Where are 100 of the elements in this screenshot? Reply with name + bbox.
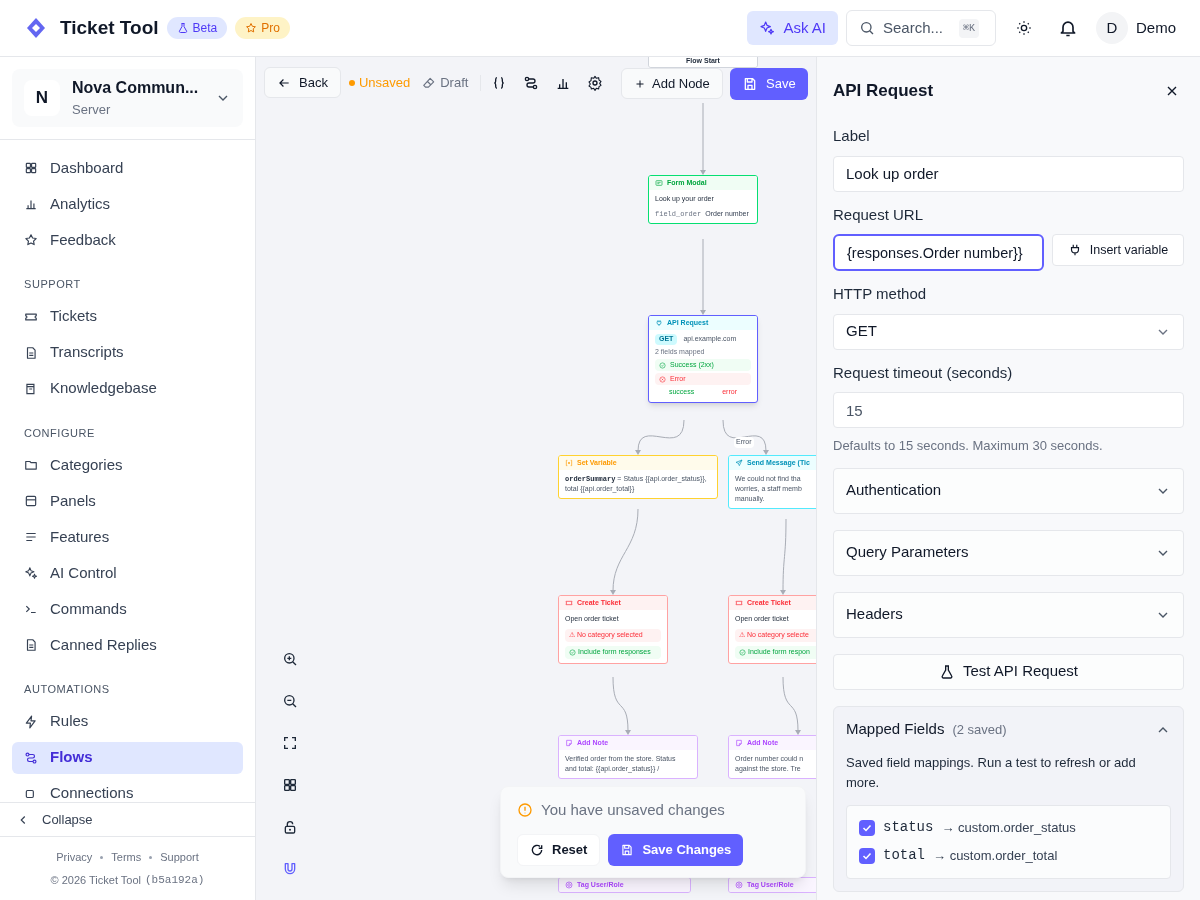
connector-arrow: [722, 419, 769, 455]
section-heading: SUPPORT: [23, 277, 82, 292]
reset-button[interactable]: Reset: [517, 833, 601, 866]
grid-icon: [24, 161, 38, 175]
pro-badge: Pro: [235, 17, 290, 39]
mapping-checkbox[interactable]: [859, 819, 875, 836]
section-heading: CONFIGURE: [23, 425, 96, 441]
sidebar-item[interactable]: Canned Replies: [12, 629, 243, 661]
sidebar-item[interactable]: Transcripts: [12, 336, 243, 369]
flask-icon: [176, 22, 189, 34]
document-icon: [24, 345, 38, 360]
user-avatar[interactable]: D: [1096, 12, 1128, 44]
settings-icon: [587, 74, 604, 91]
footer-link[interactable]: Privacy: [56, 849, 93, 866]
collapsible-section[interactable]: Query Parameters: [833, 529, 1184, 576]
bell-icon: [1058, 18, 1078, 38]
form-icon: [655, 179, 663, 187]
sidebar-item[interactable]: Panels: [12, 485, 243, 517]
saved-count: (2 saved): [952, 720, 1007, 739]
collapsible-section[interactable]: Authentication: [833, 467, 1184, 514]
save-changes-button[interactable]: Save Changes: [608, 833, 744, 866]
ticket-icon: [735, 599, 743, 607]
user-name[interactable]: Demo: [1136, 16, 1176, 40]
mapping-checkbox[interactable]: [859, 847, 875, 864]
mapping-key: total: [883, 845, 925, 866]
sidebar-item[interactable]: Flows: [12, 741, 243, 774]
server-name: Nova Commun...: [72, 78, 200, 99]
method-select[interactable]: GET: [833, 313, 1184, 350]
sidebar-item[interactable]: Connections: [12, 777, 243, 802]
search-input[interactable]: Search...: [883, 16, 951, 40]
mapping-target: → custom.order_status: [941, 818, 1076, 837]
insert-variable-button[interactable]: Insert variable: [1052, 234, 1184, 266]
sparkle-icon: [759, 20, 776, 36]
server-avatar: N: [24, 80, 60, 116]
help-text: Defaults to 15 seconds. Maximum 30 seconds.: [833, 437, 1104, 455]
note-icon: [565, 739, 573, 747]
search-icon: [859, 20, 875, 36]
sidebar-item[interactable]: Analytics: [12, 188, 243, 220]
route-icon: [523, 74, 540, 91]
beta-badge: Beta: [166, 17, 228, 39]
mapped-fields-hint: Saved field mappings. Run a test to refresh or add more.: [846, 753, 1137, 792]
collapsible-section[interactable]: Headers: [833, 591, 1184, 638]
build-hash: (b5a192a): [145, 872, 205, 888]
footer-link[interactable]: Support: [160, 849, 199, 866]
test-api-button[interactable]: Test API Request: [833, 653, 1184, 690]
lock-icon: [282, 819, 298, 835]
sidebar-item[interactable]: Feedback: [12, 224, 243, 256]
sidebar-item[interactable]: Rules: [12, 705, 243, 738]
sidebar-item[interactable]: AI Control: [12, 557, 243, 589]
panel-icon: [24, 494, 38, 508]
draft-status[interactable]: Draft: [422, 72, 469, 93]
field-label: Request URL: [833, 204, 925, 225]
search-bar[interactable]: Search... ⌘K: [846, 10, 996, 46]
check-circle-icon: [739, 648, 746, 656]
ring-icon: [735, 881, 743, 889]
document-icon: [24, 638, 38, 652]
save-button[interactable]: Save: [730, 68, 808, 100]
field-label: HTTP method: [833, 284, 928, 304]
section-title: Mapped Fields: [846, 719, 945, 740]
sidebar-item[interactable]: Features: [12, 521, 243, 553]
variable-icon: [565, 459, 573, 467]
sidebar-item[interactable]: Dashboard: [12, 152, 243, 184]
lightning-icon: [24, 714, 38, 729]
warning-icon: [517, 802, 533, 819]
eraser-icon: [422, 75, 437, 90]
refresh-icon: [530, 842, 544, 857]
select-value: GET: [846, 321, 877, 342]
sparkle-icon: [24, 566, 38, 580]
back-button[interactable]: Back: [264, 67, 341, 98]
sidebar-item[interactable]: Categories: [12, 449, 243, 481]
app-name: Ticket Tool: [60, 15, 159, 40]
section-heading: AUTOMATIONS: [23, 682, 111, 697]
mapped-fields-header[interactable]: Mapped Fields (2 saved): [846, 706, 1171, 753]
book-icon: [24, 381, 38, 396]
unsaved-status: Unsaved: [348, 72, 411, 93]
fit-view-icon: [282, 735, 298, 751]
sun-icon: [1016, 20, 1032, 36]
ticket-icon: [565, 599, 573, 607]
label-input[interactable]: Look up order: [833, 155, 1184, 192]
url-input[interactable]: {responses.Order number}}: [833, 234, 1044, 271]
collapse-button[interactable]: Collapse: [0, 802, 255, 836]
add-node-button[interactable]: Add Node: [621, 68, 723, 99]
folder-icon: [24, 458, 38, 472]
mapping-key: status: [883, 817, 934, 838]
sidebar-item[interactable]: Knowledgebase: [12, 372, 243, 405]
server-switcher[interactable]: N Nova Commun... Server: [12, 69, 243, 127]
field-label: Request timeout (seconds): [833, 362, 1014, 383]
footer-link[interactable]: Terms: [111, 849, 142, 866]
sidebar-item[interactable]: Tickets: [12, 300, 243, 333]
magnet-icon: [282, 861, 298, 877]
ask-ai-button[interactable]: Ask AI: [747, 11, 838, 45]
timeout-input[interactable]: 15: [833, 392, 1184, 428]
plug-icon: [655, 319, 663, 327]
sidebar-item[interactable]: Commands: [12, 593, 243, 625]
paper-plane-icon: [735, 459, 743, 467]
field-label: Label: [833, 126, 871, 146]
route-icon: [24, 750, 38, 765]
shortcut-key: ⌘K: [959, 18, 979, 38]
connector-arrow: [782, 676, 801, 735]
server-type: Server: [72, 101, 112, 120]
